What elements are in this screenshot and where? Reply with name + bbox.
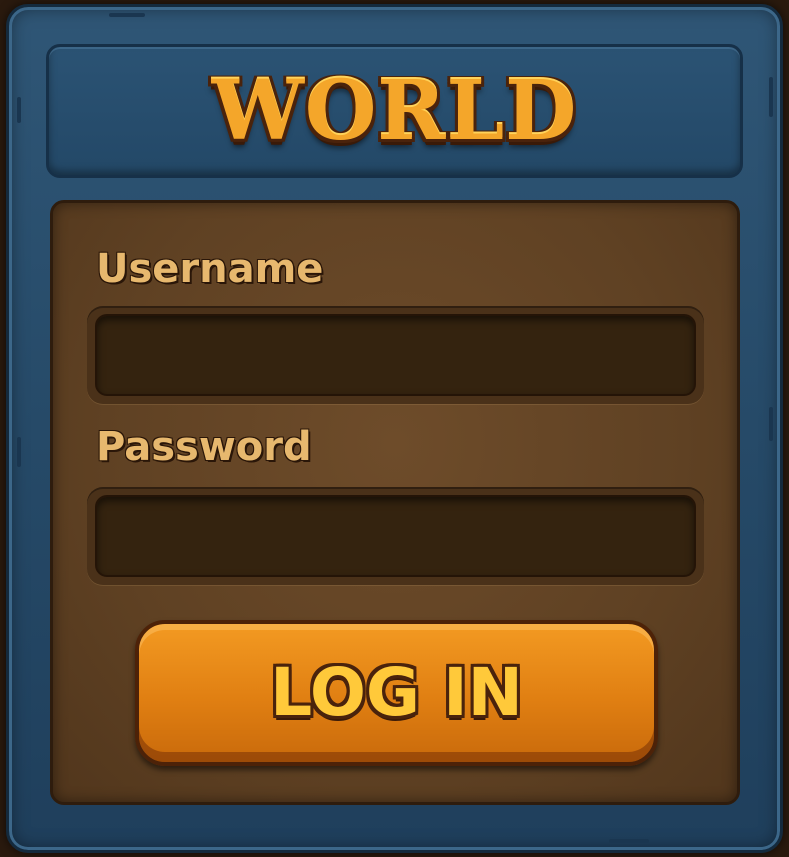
username-input[interactable]: [95, 314, 696, 396]
frame-crack-decoration: [109, 13, 145, 17]
password-input[interactable]: [95, 495, 696, 577]
game-title: WORLD: [211, 63, 578, 159]
password-label: Password: [96, 424, 312, 470]
password-field-frame: [87, 487, 704, 585]
login-button-label: LOG IN: [270, 654, 523, 731]
username-label: Username: [96, 246, 324, 292]
frame-crack-decoration: [17, 437, 21, 467]
frame-crack-decoration: [769, 407, 773, 441]
login-button[interactable]: LOG IN: [135, 620, 658, 766]
frame-crack-decoration: [609, 839, 649, 843]
username-field-frame: [87, 306, 704, 404]
